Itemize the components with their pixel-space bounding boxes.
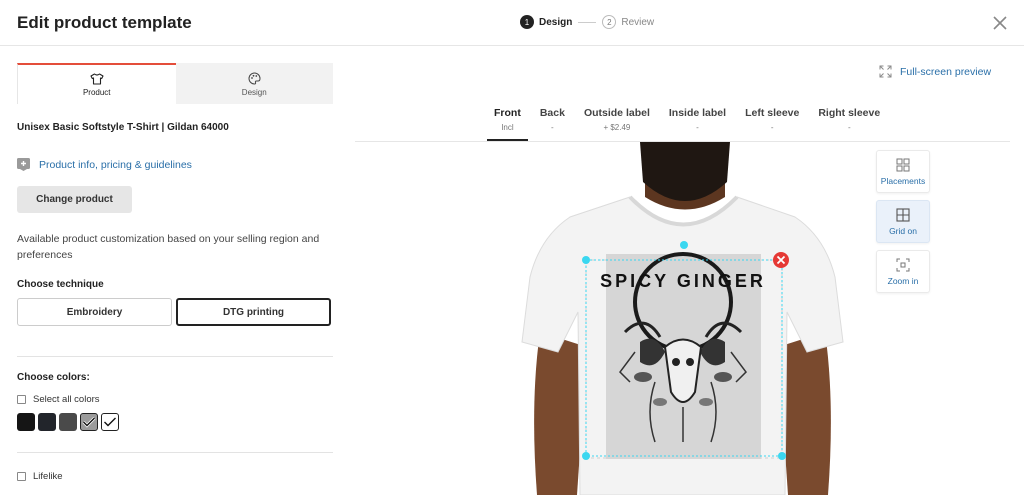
color-swatches [17,413,122,431]
colors-title: Choose colors: [17,372,90,383]
color-swatch[interactable] [38,413,56,431]
expand-icon [879,65,892,78]
product-name: Unisex Basic Softstyle T-Shirt | Gildan … [17,122,229,133]
product-preview-canvas[interactable]: SPICY GINGER [355,142,1010,495]
placement-sub: - [696,123,699,132]
placement-tab-left-sleeve[interactable]: Left sleeve - [738,104,806,141]
placements-button[interactable]: Placements [876,150,930,193]
step-number-review: 2 [602,15,617,29]
grid-label: Grid on [889,225,917,236]
resize-handle[interactable] [582,452,590,460]
checkmark-icon [82,416,96,428]
tshirt-mockup: SPICY GINGER [521,142,844,495]
zoom-in-label: Zoom in [887,275,919,286]
placement-tab-front[interactable]: Front Incl [487,104,528,141]
placement-sub: - [551,123,554,132]
divider [17,452,333,453]
placement-label: Inside label [668,107,727,119]
info-badge-icon [17,158,30,171]
select-all-colors-row[interactable]: Select all colors [17,394,100,405]
placement-label: Left sleeve [745,107,800,119]
delete-design-icon[interactable] [773,252,789,268]
color-swatch[interactable] [59,413,77,431]
color-swatch-selected[interactable] [80,413,98,431]
placement-sub: - [847,123,851,132]
tshirt-icon [90,72,104,85]
placement-tab-back[interactable]: Back - [533,104,572,141]
lifelike-row[interactable]: Lifelike [17,471,63,482]
customization-note: Available product customization based on… [17,233,320,261]
edit-product-template-app: Edit product template 1 Design 2 Review … [0,0,1024,495]
tab-product[interactable]: Product [17,63,176,104]
product-info-link[interactable]: Product info, pricing & guidelines [17,158,192,171]
color-swatch[interactable] [17,413,35,431]
step-review[interactable]: Review [621,17,654,28]
product-info-label: Product info, pricing & guidelines [39,158,192,171]
stepper: 1 Design 2 Review [520,15,654,29]
lifelike-label: Lifelike [33,471,63,482]
design-text: SPICY GINGER [600,271,766,291]
placement-label: Right sleeve [818,107,881,119]
placement-label: Outside label [583,107,650,119]
placement-tabs: Front Incl Back - Outside label + $2.49 … [487,104,887,141]
step-connector [578,21,597,23]
close-icon[interactable] [990,13,1010,33]
header: Edit product template 1 Design 2 Review [0,0,1024,46]
left-panel: Product Design Unisex Basic Softstyle T-… [0,46,345,495]
placement-tab-right-sleeve[interactable]: Right sleeve - [811,104,887,141]
tab-design[interactable]: Design [175,63,333,104]
technique-embroidery-button[interactable]: Embroidery [17,298,172,326]
checkmark-icon [104,417,116,427]
change-product-button[interactable]: Change product [17,186,132,213]
grid-icon [896,207,910,222]
placements-label: Placements [880,175,926,186]
page-title: Edit product template [17,13,192,32]
select-all-label: Select all colors [33,394,100,405]
palette-icon [248,72,261,85]
placement-sub: + $2.49 [603,123,631,132]
fullscreen-preview-link[interactable]: Full-screen preview [879,65,991,78]
fullscreen-preview-label: Full-screen preview [900,65,992,78]
grid-toggle-button[interactable]: Grid on [876,200,930,243]
tab-design-label: Design [241,88,267,97]
placement-label: Back [539,107,565,119]
placement-label: Front [494,107,521,119]
resize-handle[interactable] [778,452,786,460]
zoom-in-icon [896,258,910,271]
step-number-design: 1 [520,15,534,29]
placements-icon [896,158,910,171]
rotate-handle[interactable] [680,241,688,249]
technique-title: Choose technique [17,279,104,290]
technique-dtg-button[interactable]: DTG printing [176,298,331,326]
step-design[interactable]: Design [539,17,572,28]
panel-tabs: Product Design [17,63,333,104]
divider [17,356,333,357]
resize-handle[interactable] [582,256,590,264]
placement-sub: - [770,123,774,132]
select-all-checkbox[interactable] [17,395,26,404]
zoom-in-button[interactable]: Zoom in [876,250,930,293]
placement-tab-inside-label[interactable]: Inside label - [662,104,733,141]
color-swatch-selected[interactable] [101,413,119,431]
lifelike-checkbox[interactable] [17,472,26,481]
placement-tab-outside-label[interactable]: Outside label + $2.49 [577,104,657,141]
placement-sub: Incl [501,123,514,132]
tab-product-label: Product [82,87,111,97]
